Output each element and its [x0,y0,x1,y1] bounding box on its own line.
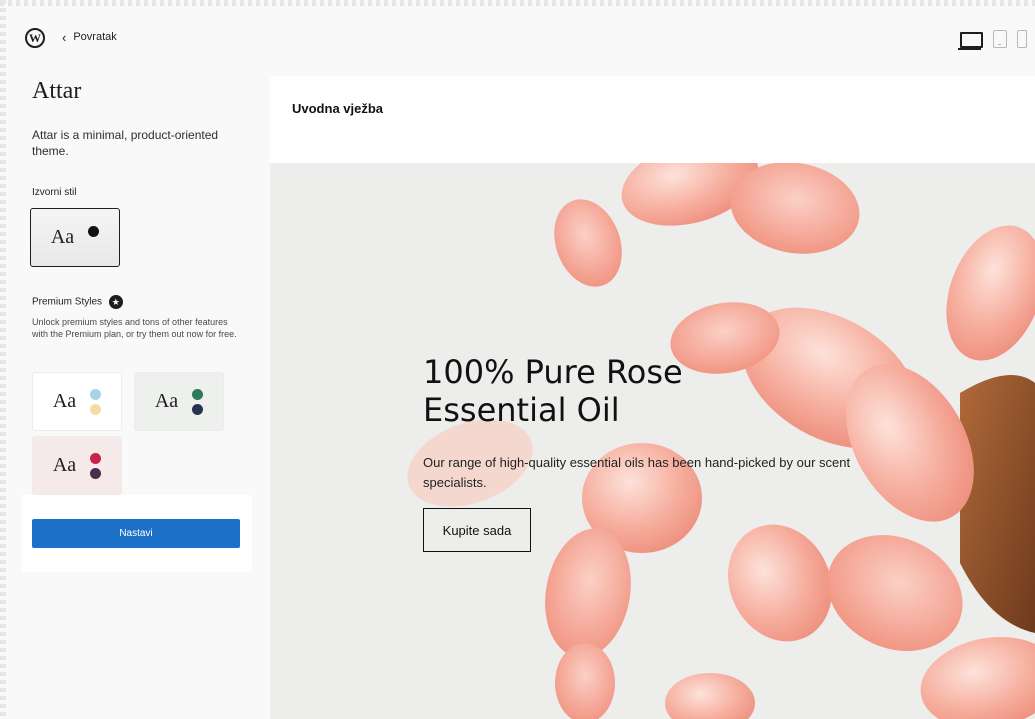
style-swatches [88,226,100,237]
premium-styles-heading: Premium Styles ★ [32,295,123,309]
swatch [192,388,204,400]
rose-petals-image [270,163,1035,719]
style-sidebar: Attar Attar is a minimal, product-orient… [22,70,252,572]
hero-text: Our range of high-quality essential oils… [423,455,851,490]
wordpress-logo-icon[interactable]: W [25,28,45,48]
top-bar: W ‹ Povratak [0,22,1035,56]
continue-button[interactable]: Nastavi [32,519,240,548]
mobile-icon[interactable] [1017,30,1027,48]
back-label: Povratak [73,31,117,43]
style-sample: Aa [50,226,75,248]
style-option-premium-2[interactable]: Aa [134,372,224,431]
style-swatches [192,388,204,415]
device-preview-switcher [958,30,1027,50]
tablet-icon[interactable] [993,30,1007,48]
style-sample: Aa [52,390,77,412]
site-preview: Uvodna vježba 100% Pure Rose Essential O… [270,76,1035,719]
style-swatches [90,452,102,479]
style-sample: Aa [52,454,77,476]
style-option-default[interactable]: Aa [30,208,120,267]
swatch [90,467,102,479]
style-option-premium-1[interactable]: Aa [32,372,122,431]
desktop-icon[interactable] [958,32,983,50]
hero-heading: 100% Pure Rose Essential Oil [423,353,683,429]
swatch [90,403,102,415]
default-style-label: Izvorni stil [32,187,77,198]
star-icon: ★ [108,295,123,309]
premium-description: Unlock premium styles and tons of other … [32,317,237,339]
style-swatches [90,388,102,415]
hero-section: 100% Pure Rose Essential Oil Our range o… [270,163,1035,719]
swatch [90,452,102,464]
premium-styles-label: Premium Styles [32,296,103,308]
frame-top-border [0,0,1035,6]
site-title[interactable]: Uvodna vježba [292,101,383,116]
style-sample: Aa [154,390,179,412]
style-option-premium-3[interactable]: Aa [32,436,122,495]
theme-description: Attar is a minimal, product-oriented the… [32,128,219,158]
swatch [90,388,102,400]
frame-left-border [0,0,6,719]
swatch [88,226,100,237]
back-button[interactable]: ‹ Povratak [62,29,117,45]
swatch [192,403,204,415]
shop-now-button[interactable]: Kupite sada [423,508,531,552]
theme-title: Attar [32,78,82,104]
chevron-left-icon: ‹ [62,29,67,45]
